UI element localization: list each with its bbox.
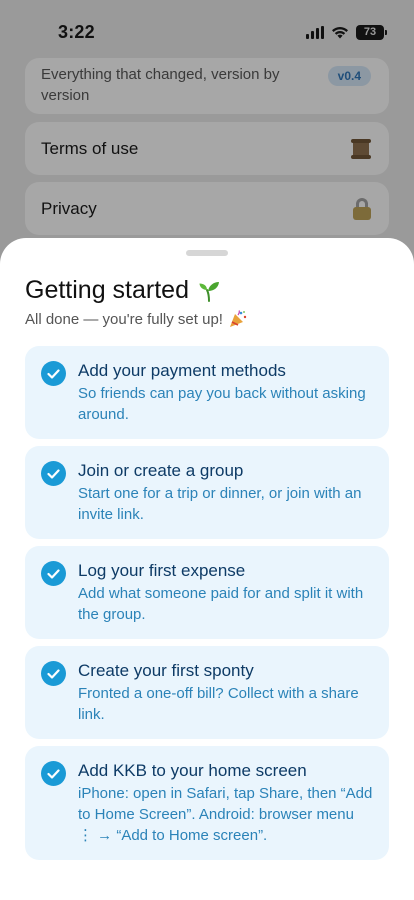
- sheet-subtitle-text: All done — you're fully set up!: [25, 310, 223, 328]
- task-list: Add your payment methods So friends can …: [25, 346, 389, 867]
- privacy-label: Privacy: [41, 198, 97, 218]
- task-title: Log your first expense: [78, 561, 246, 580]
- check-circle-icon: [41, 761, 66, 786]
- task-item[interactable]: Join or create a group Start one for a t…: [25, 446, 389, 539]
- terms-label: Terms of use: [41, 138, 139, 158]
- wifi-icon: [332, 26, 348, 38]
- check-circle-icon: [41, 561, 66, 586]
- sheet-subtitle: All done — you're fully set up!: [25, 310, 247, 328]
- sheet-title-text: Getting started: [25, 276, 189, 304]
- sprout-icon: [199, 281, 219, 302]
- check-circle-icon: [41, 661, 66, 686]
- battery-icon: 73: [356, 24, 387, 40]
- task-item[interactable]: Add KKB to your home screen iPhone: open…: [25, 746, 389, 860]
- status-bar: 3:22 73: [0, 0, 414, 64]
- task-item[interactable]: Create your first sponty Fronted a one-o…: [25, 646, 389, 739]
- sheet-grabber[interactable]: [186, 250, 228, 256]
- signal-icon: [306, 25, 324, 39]
- changelog-description: Everything that changed, version by vers…: [41, 66, 280, 104]
- check-circle-icon: [41, 361, 66, 386]
- battery-level: 73: [363, 26, 377, 38]
- check-circle-icon: [41, 461, 66, 486]
- privacy-card[interactable]: Privacy: [25, 182, 389, 235]
- task-description: Fronted a one-off bill? Collect with a s…: [78, 685, 359, 723]
- getting-started-sheet: Getting started All done — you're fully …: [0, 238, 414, 900]
- party-popper-icon: [229, 310, 247, 327]
- task-title: Create your first sponty: [78, 661, 254, 680]
- task-description: iPhone: open in Safari, tap Share, then …: [78, 785, 373, 844]
- version-badge: v0.4: [327, 66, 371, 86]
- task-title: Join or create a group: [78, 461, 244, 480]
- task-description: So friends can pay you back without aski…: [78, 385, 366, 423]
- task-item[interactable]: Add your payment methods So friends can …: [25, 346, 389, 439]
- task-description: Start one for a trip or dinner, or join …: [78, 485, 362, 523]
- task-title: Add KKB to your home screen: [78, 761, 307, 780]
- sheet-title: Getting started: [25, 276, 221, 305]
- status-icons: 73: [306, 24, 387, 40]
- changelog-card[interactable]: Everything that changed, version by vers…: [25, 58, 389, 114]
- task-item[interactable]: Log your first expense Add what someone …: [25, 546, 389, 639]
- lock-icon: [353, 197, 371, 220]
- terms-of-use-card[interactable]: Terms of use: [25, 122, 389, 175]
- scroll-icon: [351, 138, 371, 160]
- status-time: 3:22: [58, 21, 95, 42]
- task-description: Add what someone paid for and split it w…: [78, 585, 364, 623]
- task-title: Add your payment methods: [78, 361, 286, 380]
